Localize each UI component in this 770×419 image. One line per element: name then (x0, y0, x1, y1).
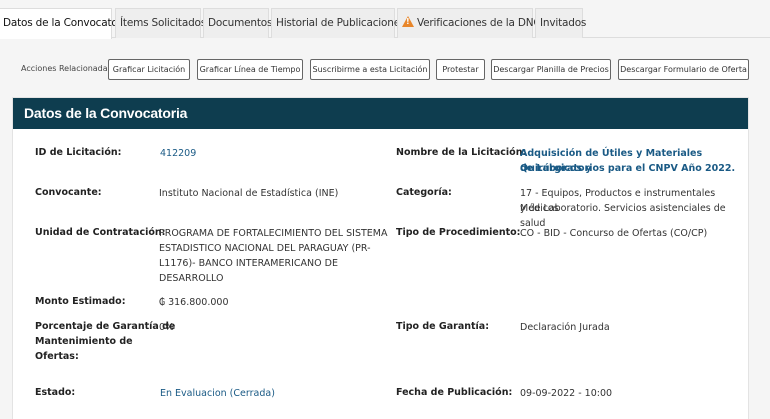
tab-items-solicitados[interactable]: Ítems Solicitados (115, 8, 206, 38)
tab-label: Historial de Publicaciones (276, 17, 406, 29)
warning-icon: ! (402, 16, 414, 27)
fecha-publicacion-value: 09-09-2022 - 10:00 (520, 388, 613, 399)
convocante-value: Instituto Nacional de Estadística (INE) (159, 188, 339, 199)
panel-title: Datos de la Convocatoria (13, 98, 748, 129)
monto-estimado-value: ₲ 316.800.000 (159, 297, 229, 308)
tab-bar: Datos de la Convocatoria Ítems Solicitad… (0, 0, 770, 39)
tab-datos-convocatoria[interactable]: Datos de la Convocatoria (0, 8, 131, 39)
protestar-button[interactable]: Protestar (436, 59, 485, 80)
tipo-garantia-label: Tipo de Garantía: (396, 321, 489, 332)
tab-label: Ítems Solicitados (120, 17, 207, 29)
id-licitacion-value[interactable]: 412209 (160, 146, 196, 161)
graficar-licitacion-button[interactable]: Graficar Licitación (108, 59, 190, 80)
descargar-formulario-oferta-button[interactable]: Descargar Formulario de Oferta (618, 59, 749, 80)
estado-value[interactable]: En Evaluacion (Cerrada) (160, 386, 275, 401)
garantia-pct-line-1: Porcentaje de Garantía de (35, 321, 176, 332)
tab-documentos[interactable]: Documentos (203, 8, 273, 38)
tab-verificaciones-dncp[interactable]: ! Verificaciones de la DNCP (397, 8, 547, 38)
fecha-publicacion-label: Fecha de Publicación: (396, 387, 513, 398)
convocatoria-panel: Datos de la Convocatoria ID de Licitació… (12, 97, 749, 419)
related-actions: Acciones Relacionadas: Graficar Licitaci… (0, 59, 770, 81)
tipo-procedimiento-label: Tipo de Procedimiento: (396, 227, 521, 238)
unidad-line-3: L1176)- BANCO INTERAMERICANO DE (159, 258, 338, 269)
unidad-contratacion-label: Unidad de Contratación: (35, 227, 166, 238)
actions-label: Acciones Relacionadas: (21, 64, 115, 73)
tab-label: Invitados (540, 17, 587, 29)
id-licitacion-label: ID de Licitación: (35, 147, 122, 158)
nombre-licitacion-label: Nombre de la Licitación: (396, 147, 527, 158)
descargar-planilla-precios-button[interactable]: Descargar Planilla de Precios (491, 59, 611, 80)
garantia-pct-line-3: Ofertas: (35, 351, 79, 362)
suscribirme-licitacion-button[interactable]: Suscribirme a esta Licitación (310, 59, 430, 80)
tipo-garantia-value: Declaración Jurada (520, 322, 610, 333)
garantia-pct-value: 0% (159, 322, 175, 333)
monto-estimado-label: Monto Estimado: (35, 296, 126, 307)
nombre-licitacion-line-2: de Laboratorios para el CNPV Año 2022. (520, 163, 736, 174)
graficar-linea-tiempo-button[interactable]: Graficar Línea de Tiempo (197, 59, 303, 80)
tab-label: Verificaciones de la DNCP (417, 17, 547, 29)
convocante-label: Convocante: (35, 187, 102, 198)
tipo-procedimiento-value: CO - BID - Concurso de Ofertas (CO/CP) (520, 228, 708, 239)
unidad-line-4: DESARROLLO (159, 273, 224, 284)
estado-label: Estado: (35, 387, 76, 398)
tab-invitados[interactable]: Invitados (535, 8, 587, 38)
tab-label: Documentos (208, 17, 273, 29)
unidad-line-2: ESTADISTICO NACIONAL DEL PARAGUAY (PR- (159, 243, 371, 254)
garantia-pct-line-2: Mantenimiento de (35, 336, 133, 347)
tab-label: Datos de la Convocatoria (3, 17, 131, 29)
categoria-label: Categoría: (396, 187, 452, 198)
tab-historial-publicaciones[interactable]: Historial de Publicaciones (271, 8, 405, 38)
unidad-line-1: PROGRAMA DE FORTALECIMIENTO DEL SISTEMA (159, 228, 388, 239)
